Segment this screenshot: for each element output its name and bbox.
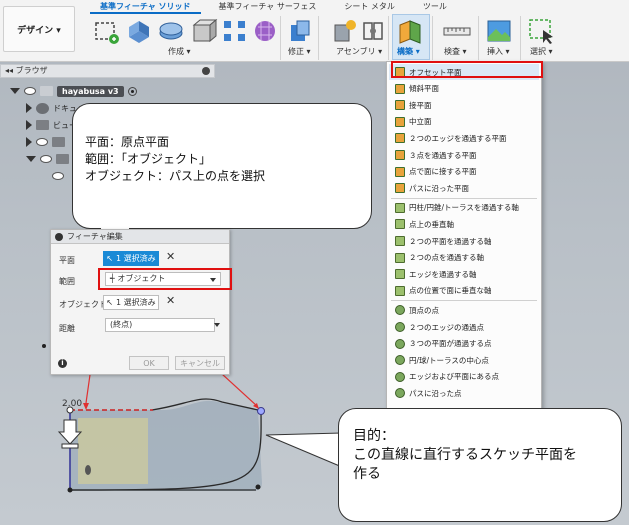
- dimension-label[interactable]: 2.00: [62, 399, 82, 409]
- menu-item-plane[interactable]: 点で面に接する平面: [389, 164, 539, 180]
- sketch-point[interactable]: [42, 344, 46, 348]
- callout-line: 範囲：「オブジェクト」: [85, 152, 212, 166]
- plane-selection-button[interactable]: ↖ 1 選択済み: [103, 251, 159, 266]
- menu-item-axis[interactable]: ２つの点を通過する軸: [389, 250, 539, 266]
- plane-icon: [395, 100, 405, 111]
- cursor-arrow-icon: ↖: [106, 254, 114, 263]
- menu-item-label: パスに沿った平面: [409, 183, 469, 193]
- dialog-title: フィーチャ編集: [67, 232, 123, 241]
- sketch-point[interactable]: [67, 487, 73, 493]
- sketch-point[interactable]: [255, 484, 261, 490]
- cancel-button[interactable]: キャンセル: [175, 356, 225, 370]
- callout-line: 目的：: [353, 428, 395, 444]
- menu-item-point[interactable]: ３つの平面が通過する点: [389, 336, 539, 352]
- menu-separator: [391, 300, 537, 302]
- menu-item-label: エッジを通過する軸: [409, 269, 477, 279]
- distance-field[interactable]: (終点): [105, 318, 215, 332]
- axis-icon: [395, 236, 405, 246]
- point-icon: [395, 371, 405, 382]
- menu-item-label: 中立面: [409, 117, 432, 127]
- object-label: オブジェクト: [59, 300, 107, 309]
- menu-item-label: 頂点の点: [409, 305, 439, 315]
- menu-item-point[interactable]: ２つのエッジの通過点: [389, 319, 539, 335]
- menu-item-label: 点で面に接する平面: [409, 167, 477, 177]
- extent-label: 範囲: [59, 277, 75, 286]
- axis-icon: [395, 269, 405, 280]
- plane-icon: [395, 183, 405, 194]
- callout-line: 平面：原点平面: [85, 135, 170, 149]
- clear-plane-selection-icon[interactable]: ✕: [166, 250, 175, 263]
- menu-item-plane[interactable]: 傾斜平面: [389, 81, 539, 97]
- plane-icon: [395, 150, 405, 160]
- clear-object-selection-icon[interactable]: ✕: [166, 294, 175, 307]
- menu-item-point[interactable]: エッジおよび平面にある点: [389, 369, 539, 385]
- menu-item-axis[interactable]: 点上の垂直軸: [389, 216, 539, 232]
- plane-icon: [395, 83, 405, 94]
- menu-item-plane[interactable]: 接平面: [389, 97, 539, 113]
- menu-item-label: ２つの点を通過する軸: [409, 253, 484, 263]
- menu-item-label: 点の位置で面に垂直な軸: [409, 286, 492, 296]
- menu-item-plane[interactable]: パスに沿った平面: [389, 180, 539, 196]
- menu-separator: [391, 197, 537, 199]
- menu-item-plane[interactable]: 中立面: [389, 114, 539, 130]
- menu-item-point[interactable]: 円/球/トーラスの中心点: [389, 352, 539, 368]
- menu-item-label: 接平面: [409, 100, 432, 110]
- menu-item-label: 傾斜平面: [409, 84, 439, 94]
- plane-selection-value: 1 選択済み: [116, 254, 156, 263]
- axis-icon: [395, 202, 405, 213]
- object-selection-value: 1 選択済み: [116, 298, 156, 307]
- menu-item-label: エッジおよび平面にある点: [409, 372, 499, 382]
- axis-icon: [395, 252, 405, 263]
- point-icon: [395, 355, 405, 366]
- point-icon: [395, 338, 405, 349]
- menu-item-plane[interactable]: ２つのエッジを通過する平面: [389, 130, 539, 146]
- axis-icon: [395, 219, 405, 230]
- callout-purpose: 目的： この直線に直行するスケッチ平面を 作る: [338, 408, 622, 522]
- callout-tail: [265, 432, 344, 468]
- axis-icon: [395, 285, 405, 296]
- annotation-arrowhead: [83, 403, 89, 410]
- menu-item-axis[interactable]: 点の位置で面に垂直な軸: [389, 283, 539, 299]
- collapse-dialog-icon[interactable]: [55, 233, 63, 241]
- menu-item-axis[interactable]: ２つの平面を通過する軸: [389, 233, 539, 249]
- menu-item-label: 円柱/円錐/トーラスを通過する軸: [409, 203, 519, 213]
- callout-instructions: 平面：原点平面 範囲：「オブジェクト」 オブジェクト：パス上の点を選択: [72, 103, 372, 229]
- dialog-title-bar[interactable]: フィーチャ編集: [51, 230, 229, 244]
- menu-item-label: ２つのエッジを通過する平面: [409, 133, 507, 143]
- plane-icon: [395, 133, 405, 144]
- ok-button[interactable]: OK: [129, 356, 169, 370]
- menu-item-point[interactable]: 頂点の点: [389, 302, 539, 318]
- offset-plane-highlight-box: [391, 61, 543, 78]
- menu-item-label: ２つの平面を通過する軸: [409, 236, 492, 246]
- menu-item-axis[interactable]: 円柱/円錐/トーラスを通過する軸: [389, 200, 539, 216]
- menu-item-point[interactable]: パスに沿った点: [389, 385, 539, 401]
- cursor-arrow-icon: ↖: [106, 298, 114, 307]
- callout-line: 作る: [353, 466, 381, 482]
- menu-item-label: ２つのエッジの通過点: [409, 322, 484, 332]
- menu-item-label: 点上の垂直軸: [409, 219, 454, 229]
- distance-value: (終点): [110, 320, 133, 329]
- distance-label: 距離: [59, 324, 75, 333]
- point-icon: [395, 305, 405, 316]
- menu-item-axis[interactable]: エッジを通過する軸: [389, 266, 539, 282]
- menu-item-label: 円/球/トーラスの中心点: [409, 355, 489, 365]
- menu-item-label: ３点を通過する平面: [409, 150, 477, 160]
- callout-line: この直線に直行するスケッチ平面を: [353, 447, 577, 463]
- plane-label: 平面: [59, 256, 75, 265]
- menu-item-label: ３つの平面が通過する点: [409, 339, 492, 349]
- info-icon[interactable]: i: [58, 359, 67, 368]
- extent-highlight-box: [98, 268, 232, 290]
- chevron-down-icon[interactable]: [214, 323, 220, 327]
- menu-item-plane[interactable]: ３点を通過する平面: [389, 147, 539, 163]
- construct-dropdown-menu: オフセット平面 傾斜平面 接平面 中立面 ２つのエッジを通過する平面 ３点を通過する平面点…: [386, 61, 542, 409]
- menu-item-label: パスに沿った点: [409, 388, 462, 398]
- sketch-marker-icon: [85, 465, 91, 475]
- point-icon: [395, 388, 405, 399]
- object-selection-button[interactable]: ↖ 1 選択済み: [103, 295, 159, 310]
- point-icon: [395, 322, 405, 332]
- plane-icon: [395, 166, 405, 177]
- feature-edit-dialog: フィーチャ編集 平面 ↖ 1 選択済み ✕ 範囲 ┽ オブジェクト オブジェクト …: [50, 229, 230, 375]
- callout-line: オブジェクト：パス上の点を選択: [85, 169, 266, 183]
- plane-icon: [395, 116, 405, 127]
